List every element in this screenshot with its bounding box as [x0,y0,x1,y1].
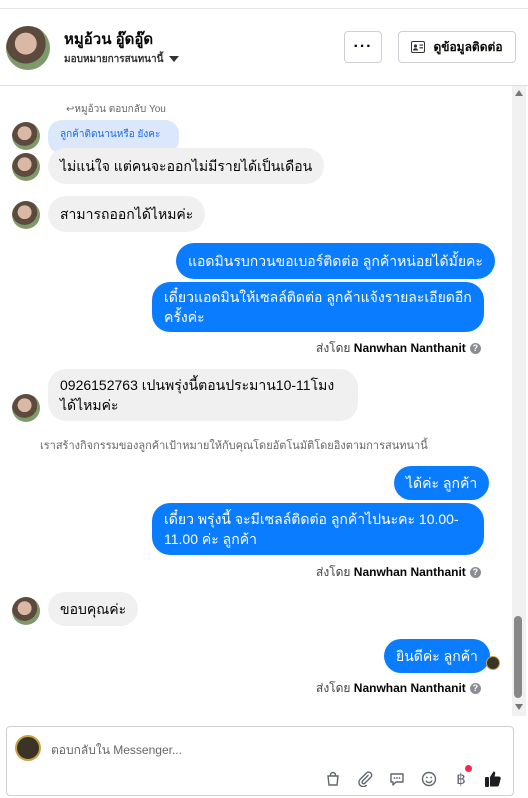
sent-by-name: Nanwhan Nanthanit [353,565,466,579]
view-contact-label: ดูข้อมูลติดต่อ [433,39,503,54]
message-bubble-incoming[interactable]: สามารถออกได้ไหมค่ะ [48,196,206,232]
scroll-up-arrow-icon[interactable] [515,90,523,96]
system-note: เราสร้างกิจกรรมของลูกค้าเป้าหมายให้กับคุ… [40,440,428,452]
sent-by-prefix: ส่งโดย [316,341,351,355]
sent-by-prefix: ส่งโดย [316,681,351,695]
reply-composer: ตอบกลับใน Messenger... ฿ [6,726,514,796]
info-icon[interactable]: ? [469,683,481,695]
emoji-icon[interactable] [419,769,439,789]
chevron-down-icon [169,56,180,63]
message-bubble-outgoing[interactable]: เดี๋ยว พรุ่งนี้ จะมีเซลล์ติดต่อ ลูกค้าไป… [152,503,484,555]
avatar [12,201,40,229]
avatar [12,122,40,150]
sent-by-prefix: ส่งโดย [316,565,351,579]
thumbs-up-icon[interactable] [483,769,503,789]
conversation-header: หมูอ้วน อู๊ดอู๊ด มอบหมายการสนทนานี้ ··· … [0,9,528,86]
sent-by-name: Nanwhan Nanthanit [353,341,466,355]
bag-icon[interactable] [323,769,343,789]
seen-indicator-avatar [486,656,500,670]
page-avatar [15,735,41,761]
message-bubble-outgoing[interactable]: เดี๋ยวแอดมินให้เซลล์ติดต่อ ลูกค้าแจ้งราย… [152,282,484,332]
sent-by-name: Nanwhan Nanthanit [353,681,466,695]
info-icon[interactable]: ? [469,343,481,355]
top-edge [0,0,528,9]
assign-label: มอบหมายการสนทนานี้ [64,54,164,65]
avatar [12,394,40,422]
sent-by-label: ส่งโดย Nanwhan Nanthanit? [316,563,481,582]
sent-by-label: ส่งโดย Nanwhan Nanthanit? [316,679,481,698]
contact-card-icon [411,41,426,53]
assign-conversation-dropdown[interactable]: มอบหมายการสนทนานี้ [64,52,180,67]
more-icon: ··· [353,38,373,55]
message-bubble-incoming[interactable]: ขอบคุณค่ะ [48,592,139,626]
scroll-down-arrow-icon[interactable] [515,704,523,710]
info-icon[interactable]: ? [469,567,481,579]
chat-bubble-icon[interactable] [387,769,407,789]
message-bubble-outgoing[interactable]: ได้ค่ะ ลูกค้า [394,466,490,500]
baht-icon[interactable]: ฿ [451,765,472,789]
notification-dot [465,765,472,772]
paperclip-icon[interactable] [355,769,375,789]
more-options-button[interactable]: ··· [344,31,382,63]
avatar [12,153,40,181]
scroll-thumb[interactable] [514,616,522,698]
thread-scrollbar[interactable] [512,86,526,716]
sent-by-label: ส่งโดย Nanwhan Nanthanit? [316,339,481,358]
message-bubble-outgoing[interactable]: ยินดีค่ะ ลูกค้า [384,639,490,673]
reply-input[interactable]: ตอบกลับใน Messenger... [51,741,182,760]
avatar [12,597,40,625]
message-thread[interactable]: ↩หมูอ้วน ตอบกลับ You ลูกค้าติดนานหรือ ยั… [0,86,512,716]
contact-name[interactable]: หมูอ้วน อู๊ดอู๊ด [64,27,153,51]
message-bubble-outgoing[interactable]: แอดมินรบกวนขอเบอร์ติดต่อ ลูกค้าหน่อยได้ม… [176,243,495,279]
message-bubble-incoming[interactable]: ไม่แน่ใจ แต่คนจะออกไม่มีรายได้เป็นเดือน [48,148,325,184]
reply-label: ↩หมูอ้วน ตอบกลับ You [66,104,166,115]
view-contact-button[interactable]: ดูข้อมูลติดต่อ [398,31,516,63]
avatar[interactable] [6,26,50,70]
message-bubble-incoming[interactable]: 0926152763 เปนพรุ่งนี้ตอนประมาน10-11โมงไ… [48,369,358,421]
